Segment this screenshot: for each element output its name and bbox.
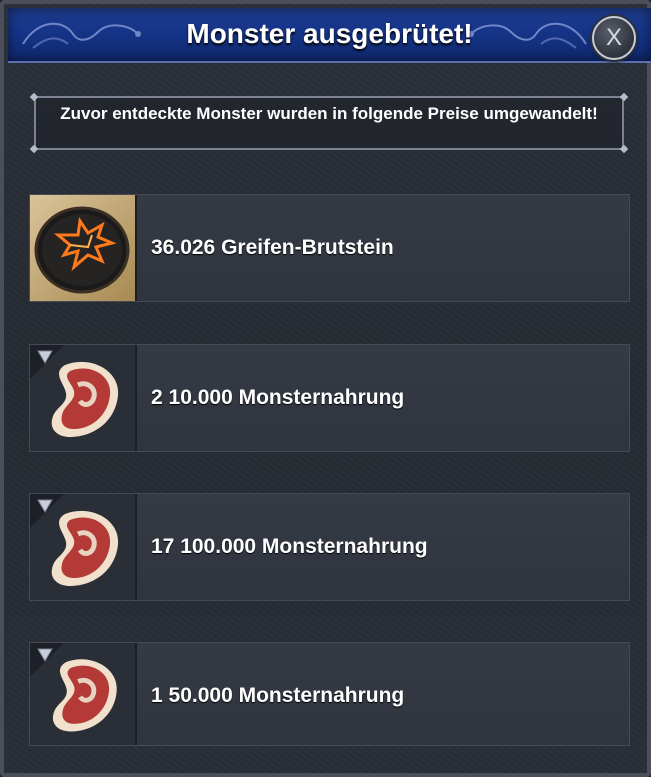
rarity-badge-icon (30, 345, 64, 379)
reward-row: 1 50.000 Monsternahrung (29, 642, 630, 746)
dialog-panel: Monster ausgebrütet! X Zuvor entdeckte M… (0, 0, 651, 777)
griffin-hatchstone-icon (34, 206, 130, 294)
dialog-header: Monster ausgebrütet! (8, 8, 651, 63)
reward-icon-box (30, 195, 137, 301)
reward-label: 17 100.000 Monsternahrung (151, 535, 428, 558)
reward-label: 1 50.000 Monsternahrung (151, 684, 405, 707)
rarity-badge-icon (30, 494, 64, 528)
reward-icon-box (30, 345, 137, 451)
corner-ornament (29, 92, 39, 102)
corner-ornament (619, 144, 629, 154)
dialog-title: Monster ausgebrütet! (186, 18, 473, 49)
reward-row: 36.026 Greifen-Brutstein (29, 194, 630, 302)
corner-ornament (619, 92, 629, 102)
rarity-badge-icon (30, 643, 64, 677)
corner-ornament (29, 144, 39, 154)
reward-row: 2 10.000 Monsternahrung (29, 344, 630, 452)
reward-label: 36.026 Greifen-Brutstein (151, 236, 394, 259)
reward-label: 2 10.000 Monsternahrung (151, 386, 405, 409)
notice-text: Zuvor entdeckte Monster wurden in folgen… (60, 104, 598, 123)
reward-row: 17 100.000 Monsternahrung (29, 493, 630, 601)
reward-icon-box (30, 494, 137, 600)
reward-icon-box (30, 643, 137, 745)
close-button[interactable]: X (592, 16, 636, 60)
notice-box: Zuvor entdeckte Monster wurden in folgen… (29, 92, 629, 154)
